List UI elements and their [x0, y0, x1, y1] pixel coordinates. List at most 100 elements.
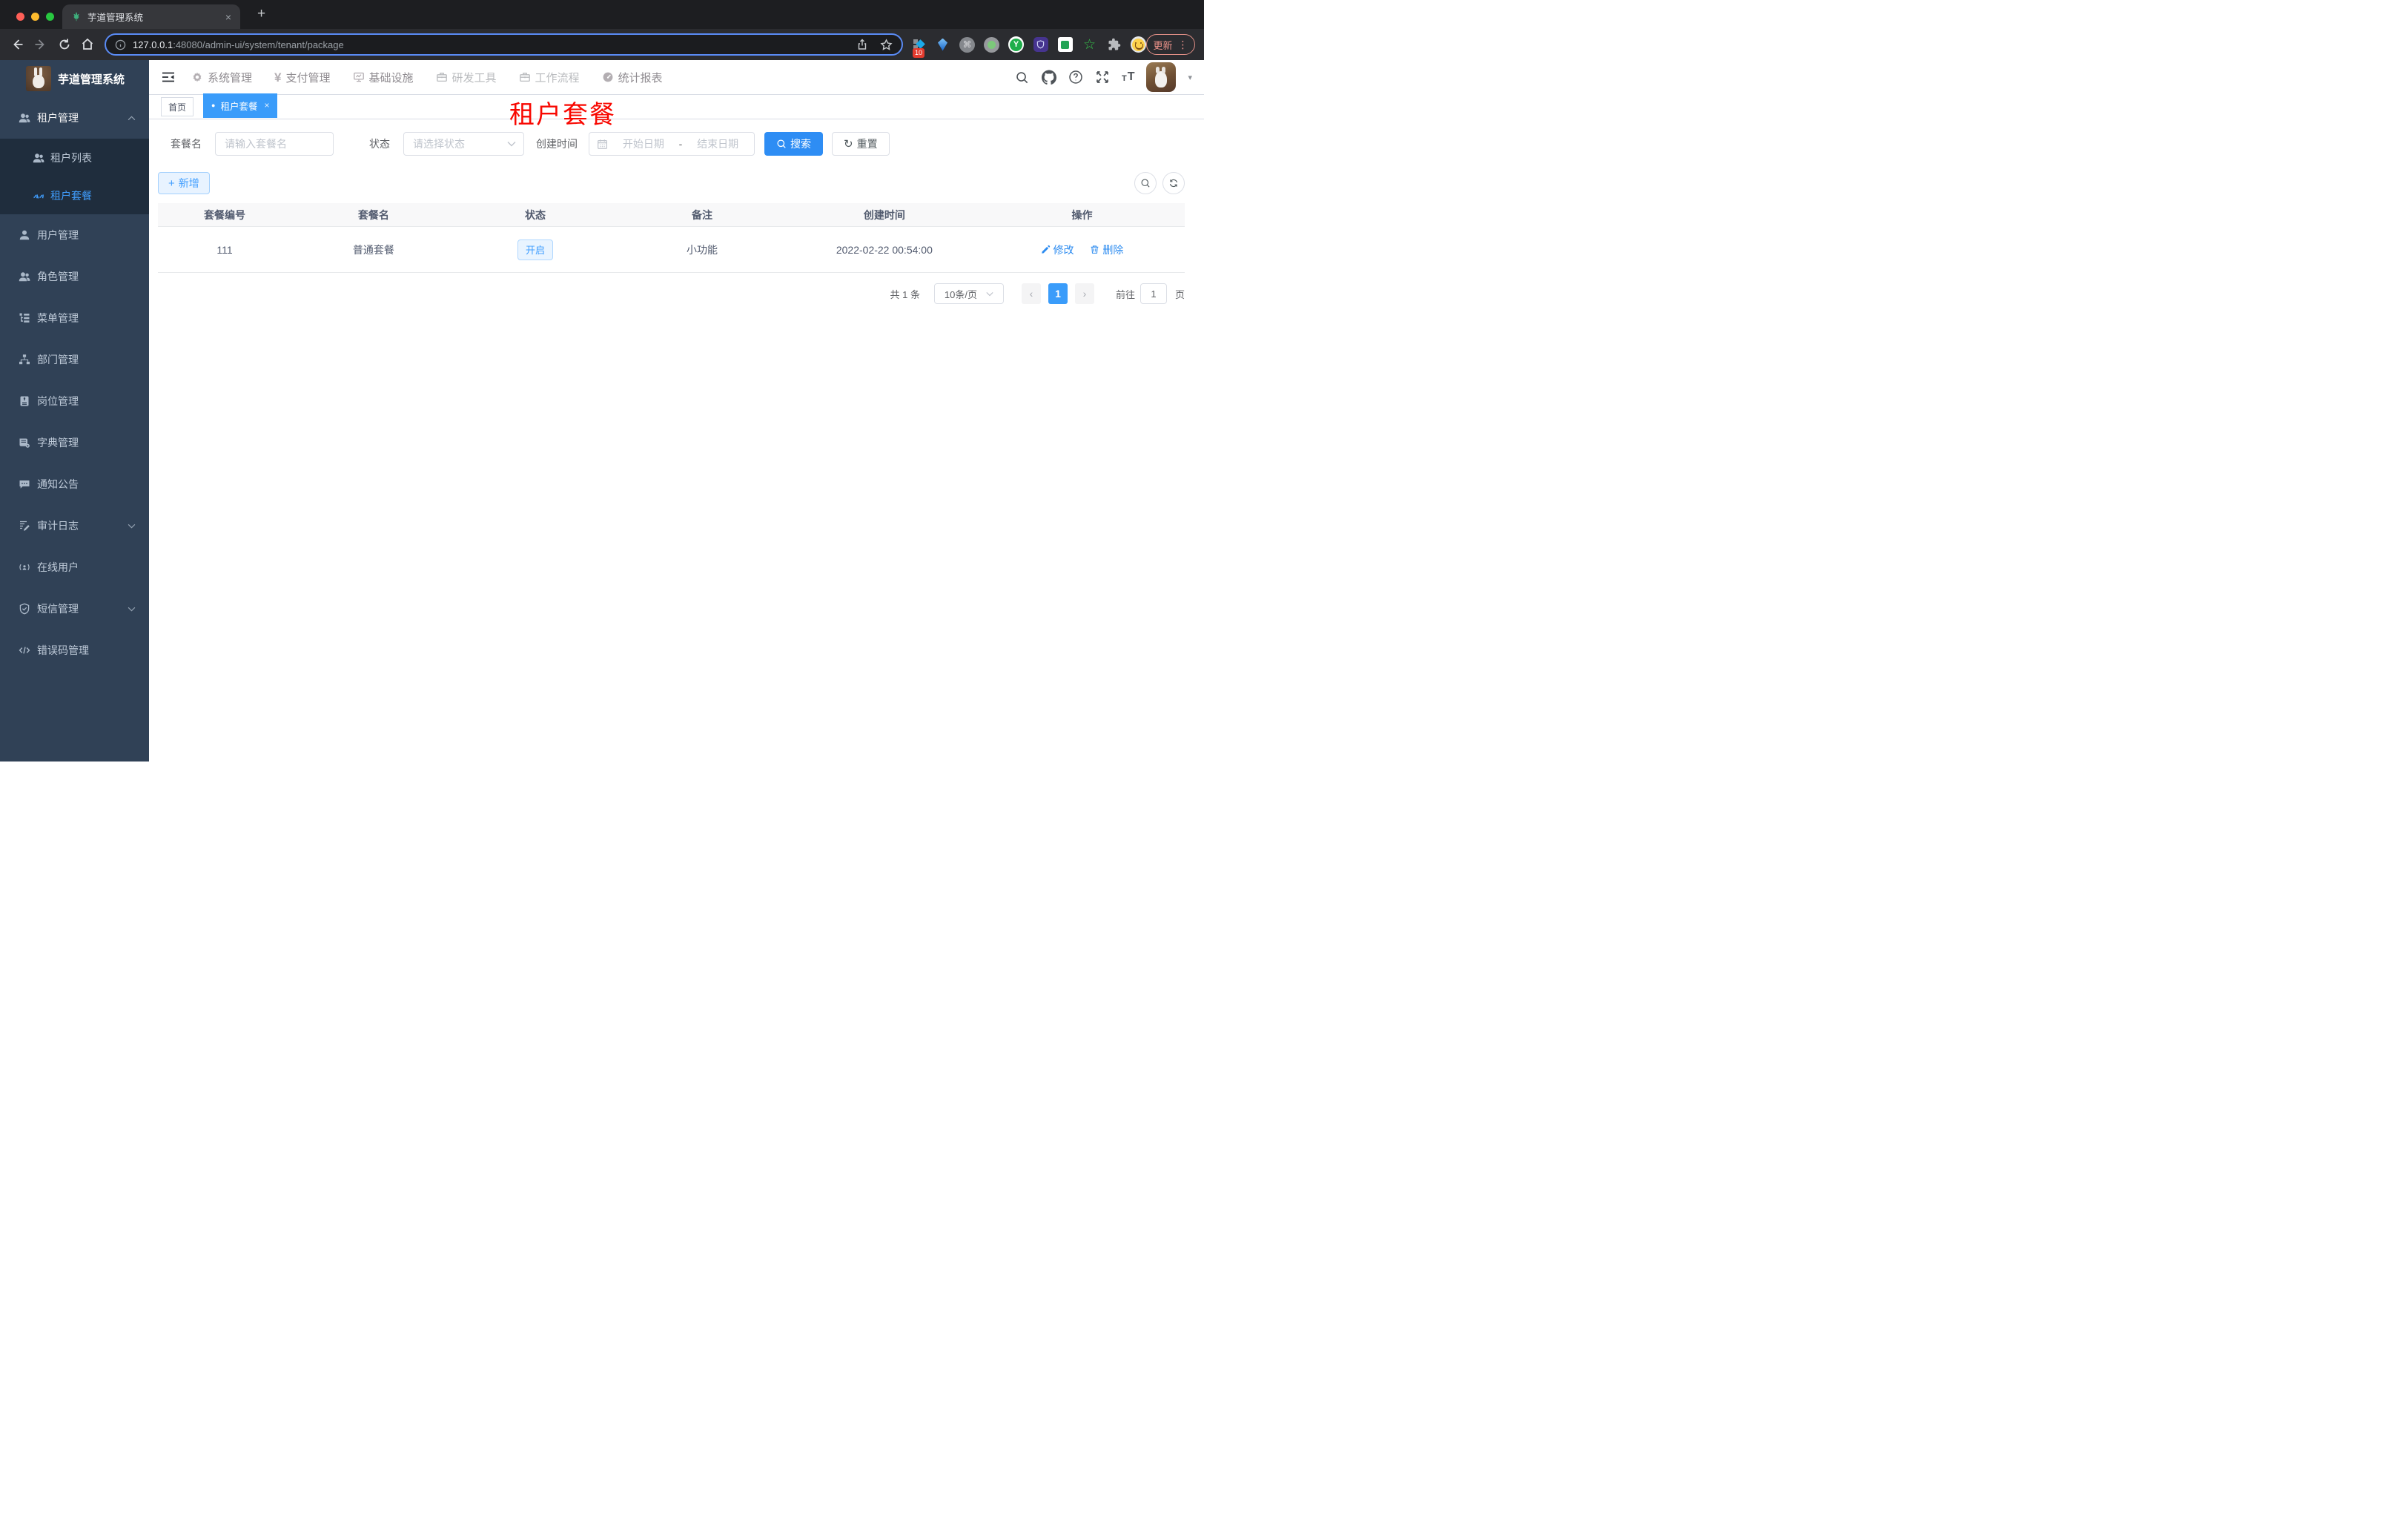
- sidebar-item-label: 短信管理: [37, 603, 79, 615]
- fullscreen-icon[interactable]: [1095, 70, 1110, 85]
- status-select[interactable]: 请选择状态: [403, 132, 524, 156]
- package-name-label: 套餐名: [171, 138, 202, 150]
- add-button[interactable]: + 新增: [158, 172, 210, 194]
- sidebar-item-dict-management[interactable]: 字典管理: [0, 422, 149, 463]
- goto-label: 前往: [1115, 288, 1135, 300]
- avatar-caret-down-icon[interactable]: ▾: [1188, 73, 1192, 82]
- tag-tenant-package[interactable]: ● 租户套餐 ×: [203, 93, 278, 118]
- close-window-button[interactable]: [16, 13, 24, 21]
- address-bar[interactable]: 127.0.0.1:48080/admin-ui/system/tenant/p…: [105, 33, 903, 56]
- nav-item-infra[interactable]: 基础设施: [353, 70, 414, 85]
- trash-icon: [1090, 245, 1099, 254]
- goto-page-input[interactable]: [1140, 283, 1167, 304]
- sidebar-item-error-code[interactable]: 错误码管理: [0, 630, 149, 671]
- user-avatar[interactable]: [1146, 62, 1177, 92]
- nav-item-pay[interactable]: ¥ 支付管理: [274, 70, 330, 85]
- extension-star-icon[interactable]: ☆: [1082, 37, 1097, 53]
- sidebar-item-post-management[interactable]: 岗位管理: [0, 380, 149, 422]
- back-icon[interactable]: [10, 37, 24, 52]
- delete-link[interactable]: 删除: [1090, 242, 1123, 257]
- gear-icon: [191, 71, 203, 83]
- nav-item-report[interactable]: 统计报表: [602, 70, 663, 85]
- share-icon[interactable]: [856, 39, 868, 50]
- extension-dot-icon[interactable]: [984, 36, 999, 53]
- new-tab-button[interactable]: +: [257, 7, 265, 21]
- extension-modheader-icon[interactable]: 10: [910, 37, 926, 58]
- github-icon[interactable]: [1041, 70, 1056, 85]
- sidebar-item-notice[interactable]: 通知公告: [0, 463, 149, 505]
- nav-item-dev-tools[interactable]: 研发工具: [436, 70, 497, 85]
- sidebar-item-tenant-package[interactable]: 租户套餐: [0, 176, 149, 214]
- reset-button-label: 重置: [856, 138, 878, 150]
- nav-item-label: 支付管理: [285, 71, 331, 85]
- chrome-menu-icon[interactable]: ⋮: [1178, 39, 1188, 51]
- extension-y-icon[interactable]: Y: [1008, 36, 1024, 53]
- minimize-window-button[interactable]: [31, 13, 39, 21]
- refresh-icon: ↻: [844, 137, 853, 151]
- tag-close-icon[interactable]: ×: [264, 100, 269, 110]
- page-content: 套餐名 状态 请选择状态 创建时间 开始日期 - 结束日期 搜索: [149, 119, 1204, 762]
- reload-icon[interactable]: [57, 37, 72, 52]
- profile-avatar-icon[interactable]: [1131, 36, 1146, 53]
- sidebar-item-tenant-management[interactable]: 租户管理: [0, 97, 149, 139]
- status-badge[interactable]: 开启: [517, 239, 553, 260]
- pagination: 共 1 条 10条/页 ‹ 1 › 前往 页: [158, 283, 1185, 304]
- package-name-input[interactable]: [215, 132, 334, 156]
- zoom-window-button[interactable]: [46, 13, 54, 21]
- reset-button[interactable]: ↻ 重置: [832, 132, 890, 156]
- browser-tab[interactable]: 芋道管理系统 ×: [62, 4, 240, 29]
- edit-link[interactable]: 修改: [1041, 242, 1074, 257]
- extension-green-square-icon[interactable]: [1057, 37, 1073, 53]
- chrome-update-button[interactable]: 更新 ⋮: [1146, 34, 1195, 55]
- users-icon: [33, 152, 44, 164]
- url-text[interactable]: 127.0.0.1:48080/admin-ui/system/tenant/p…: [133, 39, 856, 50]
- page-size-value: 10条/页: [944, 288, 977, 300]
- sidebar-item-dept-management[interactable]: 部门管理: [0, 339, 149, 380]
- next-page-button[interactable]: ›: [1074, 283, 1094, 304]
- search-icon[interactable]: [1015, 70, 1030, 85]
- tag-home[interactable]: 首页: [161, 97, 194, 116]
- page-size-select[interactable]: 10条/页: [933, 283, 1004, 304]
- cell-package-name: 普通套餐: [352, 243, 394, 256]
- show-search-toggle-button[interactable]: [1134, 172, 1157, 194]
- date-range-picker[interactable]: 开始日期 - 结束日期: [589, 132, 755, 156]
- sidebar: 芋道管理系统 租户管理 租户列表 租户套餐 用户管理 角色管理 菜单管理 部门管…: [0, 60, 149, 762]
- table-row[interactable]: 111 普通套餐 开启 小功能 2022-02-22 00:54:00 修改 删…: [158, 227, 1185, 273]
- macos-traffic-lights[interactable]: [16, 13, 54, 21]
- top-nav: 系统管理 ¥ 支付管理 基础设施 研发工具 工作流程 统计报表: [191, 70, 663, 85]
- end-date-placeholder[interactable]: 结束日期: [689, 136, 747, 151]
- forward-icon[interactable]: [33, 37, 48, 52]
- extension-kite-icon[interactable]: [935, 37, 950, 53]
- nav-item-workflow[interactable]: 工作流程: [519, 70, 580, 85]
- sidebar-item-online-users[interactable]: 在线用户: [0, 546, 149, 588]
- app-header: 系统管理 ¥ 支付管理 基础设施 研发工具 工作流程 统计报表 T T ▾: [149, 60, 1204, 94]
- search-button[interactable]: 搜索: [764, 132, 823, 156]
- collapse-sidebar-icon[interactable]: [161, 70, 176, 85]
- font-size-icon[interactable]: TT: [1122, 71, 1135, 83]
- tab-title: 芋道管理系统: [87, 13, 144, 23]
- prev-page-button[interactable]: ‹: [1021, 283, 1041, 304]
- sidebar-item-sms-management[interactable]: 短信管理: [0, 588, 149, 630]
- extensions-row: 10 ⌘ Y ☆: [910, 29, 1146, 60]
- home-icon[interactable]: [80, 37, 95, 52]
- sidebar-item-menu-management[interactable]: 菜单管理: [0, 297, 149, 339]
- bookmark-star-icon[interactable]: [880, 38, 893, 51]
- site-info-icon[interactable]: [115, 39, 126, 50]
- sidebar-item-role-management[interactable]: 角色管理: [0, 256, 149, 297]
- sidebar-item-audit-log[interactable]: 审计日志: [0, 505, 149, 546]
- tab-close-icon[interactable]: ×: [224, 11, 233, 23]
- sidebar-item-tenant-list[interactable]: 租户列表: [0, 139, 149, 176]
- sidebar-item-user-management[interactable]: 用户管理: [0, 214, 149, 256]
- nav-item-system[interactable]: 系统管理: [191, 70, 252, 85]
- sidebar-item-label: 在线用户: [37, 561, 79, 573]
- page-1-button[interactable]: 1: [1048, 283, 1068, 304]
- extension-shield-icon[interactable]: [1033, 37, 1048, 53]
- extension-command-icon[interactable]: ⌘: [959, 36, 975, 53]
- app-logo[interactable]: 芋道管理系统: [0, 60, 149, 97]
- url-path: :48080/admin-ui/system/tenant/package: [173, 39, 344, 50]
- start-date-placeholder[interactable]: 开始日期: [615, 136, 672, 151]
- extensions-puzzle-icon[interactable]: [1106, 37, 1122, 53]
- refresh-table-button[interactable]: [1162, 172, 1185, 194]
- column-header: 备注: [692, 208, 713, 221]
- help-icon[interactable]: [1068, 70, 1083, 85]
